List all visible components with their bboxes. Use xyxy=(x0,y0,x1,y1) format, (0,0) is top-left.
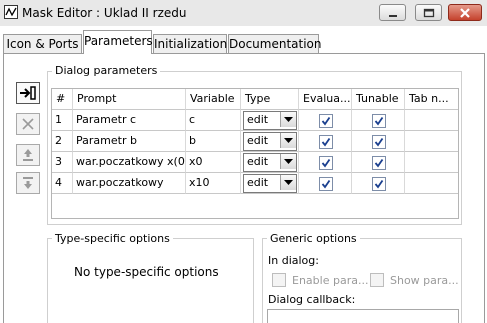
parameters-table: # Prompt Variable Type Evalua... Tunable… xyxy=(51,88,459,219)
row-number: 1 xyxy=(52,110,73,131)
tunable-checkbox[interactable] xyxy=(372,177,386,191)
tunable-cell xyxy=(352,131,405,152)
delete-x-icon xyxy=(22,118,34,130)
move-up-button[interactable] xyxy=(16,144,40,166)
minimize-icon xyxy=(388,14,397,17)
move-up-icon xyxy=(23,149,33,161)
tab-icon-ports[interactable]: Icon & Ports xyxy=(3,34,82,53)
variable-cell[interactable]: x0 xyxy=(186,152,241,173)
close-button[interactable] xyxy=(448,4,482,21)
maximize-button[interactable] xyxy=(415,4,442,21)
tunable-checkbox[interactable] xyxy=(372,135,386,149)
delete-parameter-button[interactable] xyxy=(16,113,40,135)
checkbox-box xyxy=(370,273,384,287)
prompt-cell[interactable]: war.poczatkowy x(0) xyxy=(73,152,186,173)
tab-initialization[interactable]: Initialization xyxy=(153,34,227,53)
column-header-variable[interactable]: Variable xyxy=(186,89,241,110)
enable-parameter-label: Enable para... xyxy=(292,273,369,287)
type-value: edit xyxy=(247,113,269,126)
move-down-icon xyxy=(23,177,33,189)
type-specific-options-group xyxy=(47,238,254,323)
prompt-cell[interactable]: war.poczatkowy xyxy=(73,173,186,194)
evaluate-checkbox[interactable] xyxy=(319,114,333,128)
row-number: 2 xyxy=(52,131,73,152)
minimize-button[interactable] xyxy=(379,4,406,21)
type-specific-options-label: Type-specific options xyxy=(52,232,173,246)
tunable-checkbox[interactable] xyxy=(372,114,386,128)
column-header-evaluate[interactable]: Evalua... xyxy=(299,89,352,110)
row-number: 4 xyxy=(52,173,73,194)
variable-cell[interactable]: x10 xyxy=(186,173,241,194)
no-type-specific-options-text: No type-specific options xyxy=(74,265,219,279)
tab-name-cell[interactable] xyxy=(405,110,458,131)
tunable-cell xyxy=(352,173,405,194)
prompt-cell[interactable]: Parametr c xyxy=(73,110,186,131)
evaluate-cell xyxy=(299,173,352,194)
dropdown-arrow-icon[interactable] xyxy=(280,133,296,148)
type-dropdown[interactable]: edit xyxy=(243,174,297,193)
mask-editor-icon xyxy=(4,5,18,19)
tunable-checkbox[interactable] xyxy=(372,156,386,170)
window-title: Mask Editor : Uklad II rzedu xyxy=(22,6,187,20)
tab-documentation[interactable]: Documentation xyxy=(228,34,322,53)
evaluate-cell xyxy=(299,131,352,152)
show-parameter-checkbox[interactable]: Show para... xyxy=(370,272,459,288)
type-cell: edit xyxy=(241,131,299,152)
close-icon xyxy=(460,7,470,18)
tab-name-cell[interactable] xyxy=(405,173,458,194)
tab-name-cell[interactable] xyxy=(405,131,458,152)
evaluate-cell xyxy=(299,110,352,131)
variable-cell[interactable]: c xyxy=(186,110,241,131)
dropdown-arrow-icon[interactable] xyxy=(280,175,296,190)
type-dropdown[interactable]: edit xyxy=(243,132,297,151)
maximize-icon xyxy=(423,8,434,17)
type-value: edit xyxy=(247,155,269,168)
evaluate-checkbox[interactable] xyxy=(319,135,333,149)
evaluate-checkbox[interactable] xyxy=(319,177,333,191)
type-cell: edit xyxy=(241,173,299,194)
add-row-icon xyxy=(20,86,36,100)
column-header-tunable[interactable]: Tunable xyxy=(352,89,405,110)
dialog-callback-textarea[interactable] xyxy=(267,309,459,323)
column-header-prompt[interactable]: Prompt xyxy=(73,89,186,110)
dropdown-arrow-icon[interactable] xyxy=(280,112,296,127)
add-parameter-button[interactable] xyxy=(16,82,40,104)
tunable-cell xyxy=(352,110,405,131)
checkbox-box xyxy=(272,273,286,287)
tab-parameters[interactable]: Parameters xyxy=(83,30,153,54)
type-value: edit xyxy=(247,134,269,147)
evaluate-cell xyxy=(299,152,352,173)
column-header-tab-name[interactable]: Tab n... xyxy=(405,89,458,110)
prompt-cell[interactable]: Parametr b xyxy=(73,131,186,152)
evaluate-checkbox[interactable] xyxy=(319,156,333,170)
tunable-cell xyxy=(352,152,405,173)
row-number: 3 xyxy=(52,152,73,173)
variable-cell[interactable]: b xyxy=(186,131,241,152)
dialog-parameters-label: Dialog parameters xyxy=(52,64,161,78)
generic-options-label: Generic options xyxy=(267,232,360,246)
in-dialog-label: In dialog: xyxy=(268,254,319,267)
dropdown-arrow-icon[interactable] xyxy=(280,154,296,169)
type-cell: edit xyxy=(241,152,299,173)
column-header-type[interactable]: Type xyxy=(241,89,299,110)
show-parameter-label: Show para... xyxy=(390,273,459,287)
column-header-number[interactable]: # xyxy=(52,89,73,110)
move-down-button[interactable] xyxy=(16,172,40,194)
type-cell: edit xyxy=(241,110,299,131)
dialog-callback-label: Dialog callback: xyxy=(268,293,356,306)
enable-parameter-checkbox[interactable]: Enable para... xyxy=(272,272,368,288)
type-dropdown[interactable]: edit xyxy=(243,153,297,172)
tab-name-cell[interactable] xyxy=(405,152,458,173)
type-value: edit xyxy=(247,176,269,189)
type-dropdown[interactable]: edit xyxy=(243,111,297,130)
